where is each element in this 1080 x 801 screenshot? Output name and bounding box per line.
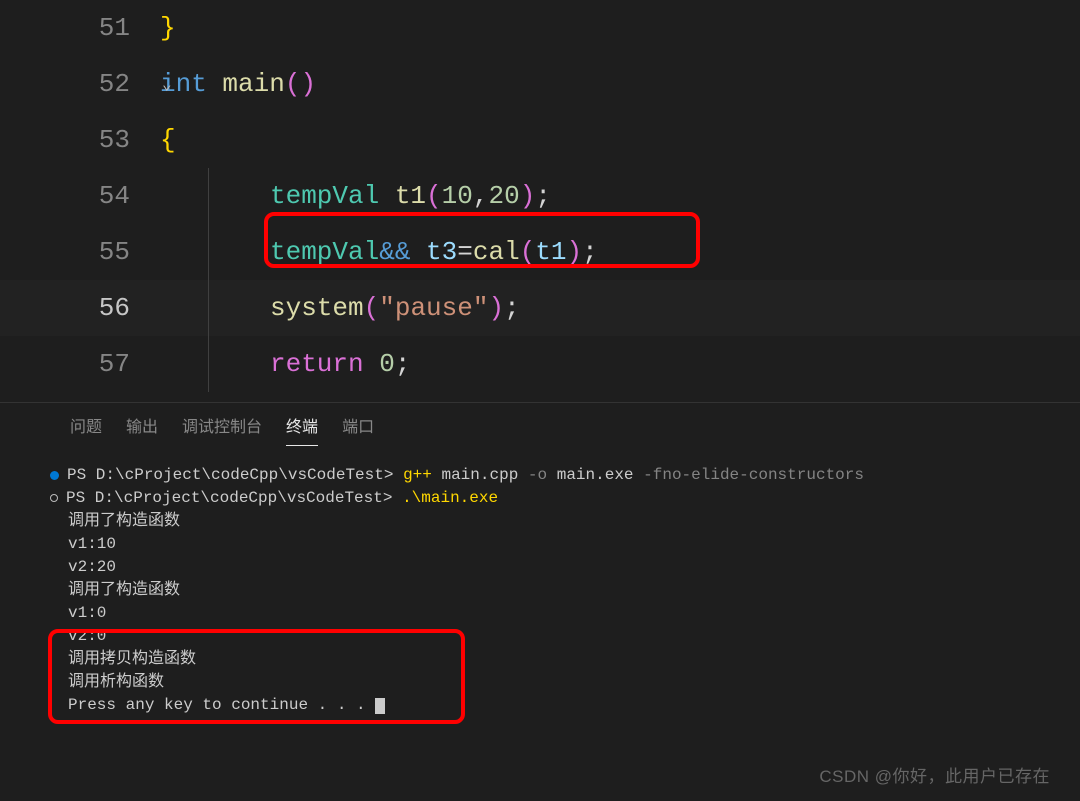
indent-guide — [208, 168, 209, 224]
bullet-hollow-icon — [50, 494, 58, 502]
code-line-57[interactable]: 57 return 0; — [0, 336, 1080, 392]
line-number: 57 — [0, 349, 160, 379]
chevron-down-icon[interactable]: ⌄ — [162, 74, 172, 94]
terminal-panel: 问题 输出 调试控制台 终端 端口 PS D:\cProject\codeCpp… — [0, 402, 1080, 716]
tab-ports[interactable]: 端口 — [342, 413, 374, 446]
tab-terminal[interactable]: 终端 — [286, 413, 318, 446]
terminal-line: 调用拷贝构造函数 — [50, 648, 1050, 670]
code-line-52[interactable]: 52 ⌄ int main() — [0, 56, 1080, 112]
indent-guide — [208, 336, 209, 392]
terminal-line: v2:20 — [50, 556, 1050, 578]
cursor-icon — [375, 698, 385, 714]
terminal-line: 调用析构函数 — [50, 671, 1050, 693]
terminal-line: v2:0 — [50, 625, 1050, 647]
watermark: CSDN @你好，此用户已存在 — [819, 762, 1050, 787]
code-content: tempVal&& t3=cal(t1); — [270, 237, 598, 267]
terminal-line: PS D:\cProject\codeCpp\vsCodeTest> g++ m… — [50, 464, 1050, 486]
code-content: int main() — [160, 69, 316, 99]
indent-guide — [208, 280, 209, 336]
code-content: tempVal t1(10,20); — [270, 181, 551, 211]
terminal-line: v1:0 — [50, 602, 1050, 624]
tab-output[interactable]: 输出 — [126, 413, 158, 446]
code-content: return 0; — [270, 349, 410, 379]
terminal-line: PS D:\cProject\codeCpp\vsCodeTest> .\mai… — [50, 487, 1050, 509]
code-editor[interactable]: 51 } 52 ⌄ int main() 53 { 54 tempVal t1(… — [0, 0, 1080, 392]
line-number: 51 — [0, 13, 160, 43]
indent-guide — [208, 224, 209, 280]
tab-debug-console[interactable]: 调试控制台 — [182, 413, 262, 446]
terminal-line: Press any key to continue . . . — [50, 694, 1050, 716]
code-line-56[interactable]: 56 system("pause"); — [0, 280, 1080, 336]
bullet-filled-icon — [50, 471, 59, 480]
code-content: system("pause"); — [270, 293, 520, 323]
code-line-51[interactable]: 51 } — [0, 0, 1080, 56]
code-line-53[interactable]: 53 { — [0, 112, 1080, 168]
terminal-line: 调用了构造函数 — [50, 579, 1050, 601]
code-line-55[interactable]: 55 tempVal&& t3=cal(t1); — [0, 224, 1080, 280]
panel-tabs: 问题 输出 调试控制台 终端 端口 — [0, 403, 1080, 446]
line-number: 52 — [0, 69, 160, 99]
terminal-line: v1:10 — [50, 533, 1050, 555]
terminal-line: 调用了构造函数 — [50, 510, 1050, 532]
line-number: 54 — [0, 181, 160, 211]
code-content: { — [160, 125, 176, 155]
tab-problems[interactable]: 问题 — [70, 413, 102, 446]
line-number: 55 — [0, 237, 160, 267]
line-number: 53 — [0, 125, 160, 155]
terminal-output[interactable]: PS D:\cProject\codeCpp\vsCodeTest> g++ m… — [0, 446, 1080, 716]
code-content: } — [160, 13, 176, 43]
code-line-54[interactable]: 54 tempVal t1(10,20); — [0, 168, 1080, 224]
line-number: 56 — [0, 293, 160, 323]
